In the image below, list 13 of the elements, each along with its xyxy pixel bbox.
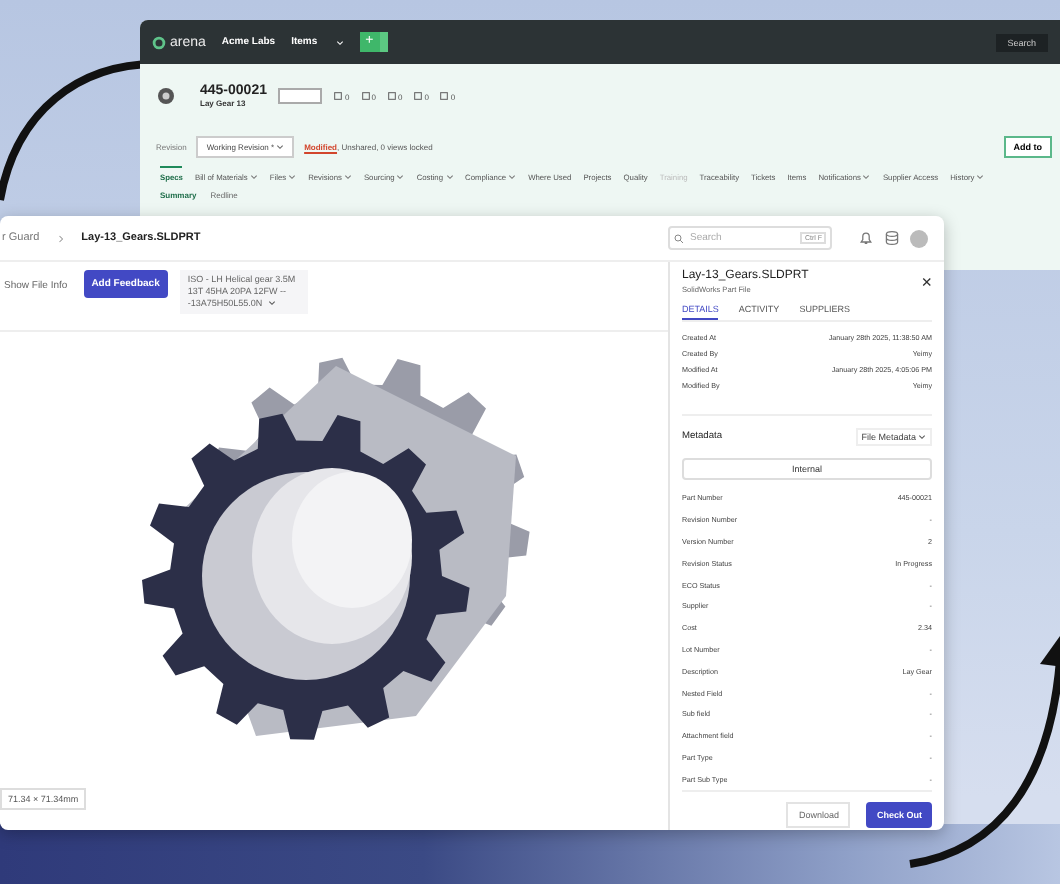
counter-icon <box>440 92 449 100</box>
search-icon <box>674 233 684 243</box>
counter-icon <box>334 92 343 100</box>
gear-thumbnail-icon <box>156 86 176 106</box>
close-button[interactable]: × <box>921 272 932 292</box>
status-badge <box>278 88 323 104</box>
counter-icon <box>414 92 423 100</box>
counter-icon <box>361 92 370 100</box>
counter-icon <box>387 92 396 100</box>
bell-icon[interactable] <box>858 230 874 246</box>
chevron-icon <box>57 233 64 243</box>
logo-icon <box>152 35 166 49</box>
database-icon[interactable] <box>884 230 900 246</box>
